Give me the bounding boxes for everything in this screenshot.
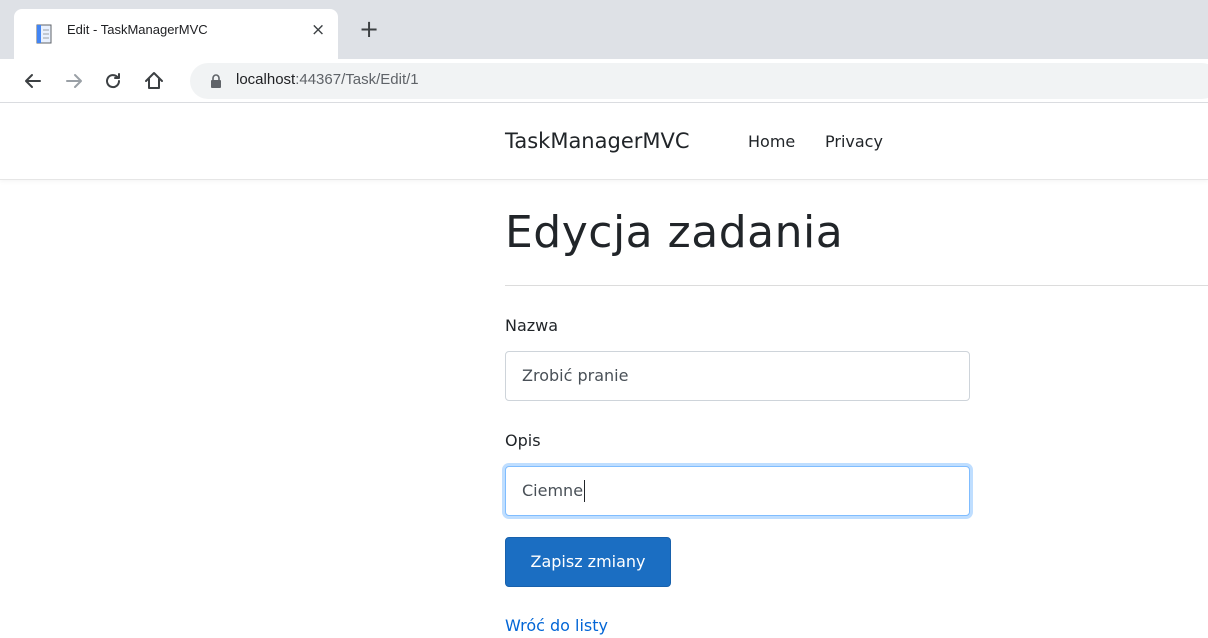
- reload-icon[interactable]: [100, 68, 126, 94]
- save-changes-button[interactable]: Zapisz zmiany: [505, 537, 671, 587]
- nav-link-home[interactable]: Home: [748, 132, 795, 151]
- new-tab-icon[interactable]: +: [359, 17, 379, 41]
- document-icon: [36, 24, 52, 44]
- url-text: localhost:44367/Task/Edit/1: [236, 71, 419, 88]
- nav-link-privacy[interactable]: Privacy: [825, 132, 883, 151]
- description-label: Opis: [505, 431, 541, 450]
- back-to-list-link[interactable]: Wróć do listy: [505, 616, 608, 635]
- brand-link[interactable]: TaskManagerMVC: [505, 129, 690, 153]
- browser-toolbar: localhost:44367/Task/Edit/1: [0, 59, 1208, 103]
- page-title: Edycja zadania: [505, 207, 844, 258]
- home-icon[interactable]: [141, 68, 167, 94]
- forward-arrow-icon[interactable]: [61, 68, 87, 94]
- text-caret: [584, 479, 586, 502]
- name-input[interactable]: Zrobić pranie: [505, 351, 970, 401]
- divider: [505, 285, 1208, 286]
- name-label: Nazwa: [505, 316, 559, 335]
- tab-title: Edit - TaskManagerMVC: [67, 22, 208, 37]
- site-header: TaskManagerMVC Home Privacy: [0, 103, 1208, 180]
- address-bar[interactable]: localhost:44367/Task/Edit/1: [190, 63, 1208, 99]
- description-input[interactable]: Ciemne: [505, 466, 970, 516]
- browser-tabstrip: Edit - TaskManagerMVC × +: [0, 0, 1208, 59]
- browser-tab[interactable]: Edit - TaskManagerMVC ×: [14, 9, 338, 59]
- back-arrow-icon[interactable]: [20, 68, 46, 94]
- lock-icon: [211, 74, 221, 88]
- tab-close-icon[interactable]: ×: [311, 20, 325, 40]
